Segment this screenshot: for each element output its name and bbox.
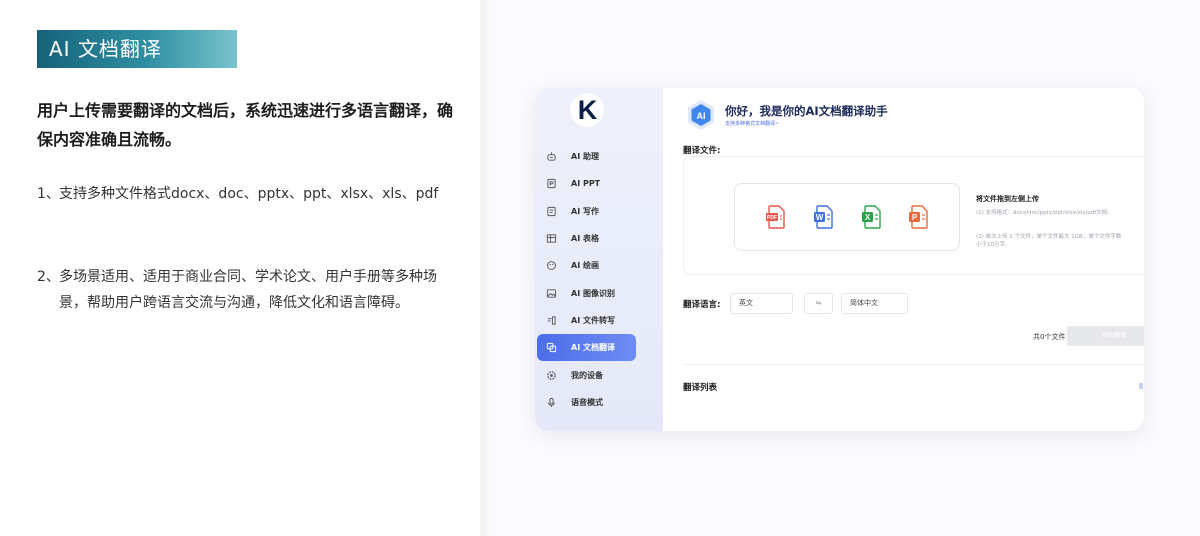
upload-note-formats: (1) 支持格式：docx/doc/pptx/ppt/xlsx/xls/pdf文… <box>976 210 1110 216</box>
sidebar-item-ai-writing[interactable]: AI 写作 <box>537 198 661 225</box>
ai-assistant-icon: AI <box>685 99 717 131</box>
main-content: AI 你好，我是你的AI文档翻译助手 支持多种格式文档翻译~ 翻译文件: PDF… <box>663 88 1144 431</box>
sidebar-item-ai-doc-translate[interactable]: AI 文档翻译 <box>537 334 636 362</box>
upload-area: PDF W X P 将文件拖到左侧上传 (1) 支持格式：docx/doc/pp… <box>683 156 1144 275</box>
transcribe-icon <box>545 314 557 326</box>
list-refresh-icon[interactable] <box>1138 382 1144 392</box>
sidebar-item-label: AI 写作 <box>571 206 599 216</box>
sidebar-item-ai-ppt[interactable]: AI PPT <box>537 170 661 197</box>
upload-note-limits: (2) 单次上传 1 个文件，单个文件最大 1GB，单个文件字数小于10万字。 <box>976 234 1122 248</box>
sidebar-item-label: 语音模式 <box>571 397 603 407</box>
sidebar-item-label: 我的设备 <box>571 370 603 380</box>
sidebar-item-ai-image-recognition[interactable]: AI 图像识别 <box>537 279 661 306</box>
intro-description: 用户上传需要翻译的文档后，系统迅速进行多语言翻译，确保内容准确且流畅。 <box>37 101 454 149</box>
assistant-title: 你好，我是你的AI文档翻译助手 <box>725 104 888 118</box>
sidebar-item-ai-assistant[interactable]: AI 助理 <box>537 143 661 170</box>
svg-text:PDF: PDF <box>767 215 777 221</box>
source-language-select[interactable]: 英文 <box>730 293 793 314</box>
file-drop-zone[interactable]: PDF W X P <box>734 183 960 251</box>
write-icon <box>545 205 557 217</box>
feature-text: 多场景适用、适用于商业合同、学术论文、用户手册等多种场景，帮助用户跨语言交流与沟… <box>59 269 437 311</box>
intro-title: AI 文档翻译 <box>37 30 237 68</box>
sidebar-item-label: AI 文档翻译 <box>571 343 615 353</box>
image-scan-icon <box>545 287 557 299</box>
translate-icon <box>545 342 557 354</box>
svg-text:P: P <box>912 213 918 222</box>
ppt-icon: P <box>908 205 930 229</box>
microphone-icon <box>545 396 557 408</box>
divider <box>480 0 490 536</box>
app-window: K AI 助理 AI PPT AI 写作 AI 表格 AI 绘画 AI 图像识别… <box>535 88 1144 431</box>
sidebar-item-my-devices[interactable]: 我的设备 <box>537 361 661 388</box>
file-count: 共0个文件 <box>1033 333 1066 341</box>
sidebar-item-label: AI PPT <box>571 179 601 189</box>
translate-list-label: 翻译列表 <box>683 383 718 393</box>
sidebar-item-ai-transcribe[interactable]: AI 文件转写 <box>537 307 661 334</box>
app-logo[interactable]: K <box>570 93 604 127</box>
feature-text: 支持多种文件格式docx、doc、pptx、ppt、xlsx、xls、pdf <box>59 186 439 202</box>
assistant-subtitle: 支持多种格式文档翻译~ <box>725 121 780 127</box>
feature-item: 2、 多场景适用、适用于商业合同、学术论文、用户手册等多种场景，帮助用户跨语言交… <box>37 264 457 316</box>
paint-icon <box>545 260 557 272</box>
device-icon <box>545 369 557 381</box>
sidebar-item-ai-painting[interactable]: AI 绘画 <box>537 252 661 279</box>
pdf-icon: PDF <box>765 205 787 229</box>
excel-icon: X <box>861 205 883 229</box>
sidebar-item-label: AI 表格 <box>571 234 599 244</box>
svg-text:W: W <box>816 213 824 222</box>
start-translate-button[interactable]: 开始翻译 <box>1067 326 1144 346</box>
sidebar-item-label: AI 绘画 <box>571 261 599 271</box>
svg-text:X: X <box>865 213 871 222</box>
robot-icon <box>545 151 557 163</box>
upload-instruction-title: 将文件拖到左侧上传 <box>976 195 1039 203</box>
feature-number: 1、 <box>37 186 60 202</box>
target-language-select[interactable]: 简体中文 <box>841 293 908 314</box>
translate-file-label: 翻译文件: <box>683 146 721 156</box>
feature-item: 1、 支持多种文件格式docx、doc、pptx、ppt、xlsx、xls、pd… <box>37 181 457 207</box>
ppt-doc-icon <box>545 178 557 190</box>
sidebar-nav: AI 助理 AI PPT AI 写作 AI 表格 AI 绘画 AI 图像识别 A… <box>537 143 661 416</box>
feature-number: 2、 <box>37 269 60 285</box>
translate-language-label: 翻译语言: <box>683 300 721 310</box>
sidebar-item-ai-table[interactable]: AI 表格 <box>537 225 661 252</box>
word-icon: W <box>813 205 835 229</box>
table-icon <box>545 233 557 245</box>
swap-language-button[interactable]: ⇋ <box>804 293 833 314</box>
sidebar-item-label: AI 图像识别 <box>571 288 615 298</box>
svg-text:AI: AI <box>697 111 706 121</box>
sidebar-item-voice-mode[interactable]: 语音模式 <box>537 389 661 416</box>
intro-panel: AI 文档翻译 用户上传需要翻译的文档后，系统迅速进行多语言翻译，确保内容准确且… <box>0 0 482 536</box>
sidebar: K AI 助理 AI PPT AI 写作 AI 表格 AI 绘画 AI 图像识别… <box>535 88 663 431</box>
sidebar-item-label: AI 助理 <box>571 152 599 162</box>
section-divider <box>683 364 1144 365</box>
sidebar-item-label: AI 文件转写 <box>571 315 615 325</box>
logo-letter: K <box>577 94 597 125</box>
